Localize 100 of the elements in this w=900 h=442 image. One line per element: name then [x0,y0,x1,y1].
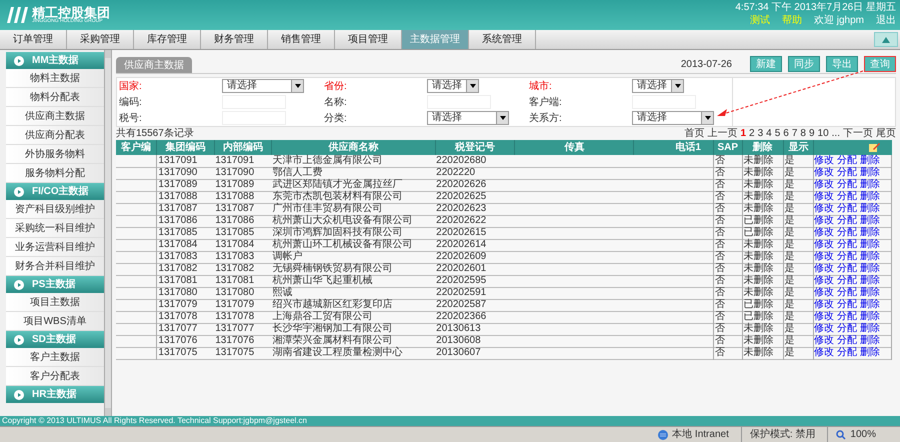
sidebar-item[interactable]: 供应商分配表 [6,126,104,145]
sidebar-item[interactable]: 业务运营科目维护 [6,238,104,257]
page-link[interactable]: 6 [783,126,789,141]
pagination-link[interactable]: 下一页 [843,126,873,141]
sidebar-item[interactable]: 客户主数据 [6,348,104,367]
row-action-link[interactable]: 分配 [837,204,858,214]
sidebar-item[interactable]: 项目WBS清单 [6,312,104,331]
row-action-link[interactable]: 修改 [814,180,834,190]
row-action-link[interactable]: 分配 [837,336,858,346]
row-action-link[interactable]: 分配 [837,228,858,238]
row-action-link[interactable]: 删除 [860,216,880,226]
row-action-link[interactable]: 删除 [860,336,880,346]
nav-tab[interactable]: 财务管理 [201,30,268,49]
row-action-link[interactable]: 修改 [814,288,834,298]
row-action-link[interactable]: 修改 [814,312,834,322]
row-action-link[interactable]: 删除 [860,192,880,202]
row-action-link[interactable]: 删除 [860,348,880,358]
row-action-link[interactable]: 删除 [860,300,880,310]
row-action-link[interactable]: 修改 [814,240,834,250]
page-link[interactable]: 8 [800,126,806,141]
table-cell: 鄂信人工费 [272,167,322,178]
row-action-link[interactable]: 修改 [814,264,834,274]
nav-tab[interactable]: 库存管理 [134,30,201,49]
nav-tab[interactable]: 订单管理 [0,30,67,49]
row-action-link[interactable]: 删除 [860,324,880,334]
select-field[interactable]: 请选择 [222,79,304,93]
row-action-link[interactable]: 删除 [860,240,880,250]
row-action-link[interactable]: 修改 [814,168,834,178]
row-action-link[interactable]: 删除 [860,168,880,178]
page-link[interactable]: 3 [758,126,764,141]
row-action-link[interactable]: 删除 [860,264,880,274]
filter-label: 分类: [324,112,347,126]
row-action-link[interactable]: 修改 [814,252,834,262]
row-action-link[interactable]: 修改 [814,156,834,166]
row-action-link[interactable]: 修改 [814,348,834,358]
page-link[interactable]: 4 [766,126,772,141]
page-link[interactable]: 2 [749,126,755,141]
row-action-link[interactable]: 修改 [814,204,834,214]
select-field[interactable]: 请选择 [427,111,509,125]
sidebar-item[interactable]: 外协服务物料 [6,145,104,164]
row-action-link[interactable]: 修改 [814,228,834,238]
row-action-link[interactable]: 修改 [814,192,834,202]
table-cell: 否 [714,275,725,286]
table-cell: 1317091 [215,154,254,166]
pagination-link[interactable]: 首页 [684,126,704,141]
nav-tab[interactable]: 销售管理 [268,30,335,49]
row-action-link[interactable]: 删除 [860,288,880,298]
select-field[interactable]: 请选择 [632,79,684,93]
row-action-link[interactable]: 修改 [814,276,834,286]
nav-tab[interactable]: 采购管理 [67,30,134,49]
row-action-link[interactable]: 删除 [860,252,880,262]
pagination-link[interactable]: 上一页 [707,126,738,141]
row-action-link[interactable]: 删除 [860,156,880,166]
row-action-link[interactable]: 修改 [814,216,834,226]
select-field[interactable]: 请选择 [632,111,714,125]
select-field[interactable]: 请选择 [427,79,479,93]
row-action-link[interactable]: 分配 [837,156,858,166]
pagination-link[interactable]: 尾页 [876,126,896,141]
row-action-link[interactable]: 修改 [814,324,834,334]
row-action-link[interactable]: 分配 [837,264,858,274]
row-action-link[interactable]: 删除 [860,228,880,238]
row-action-link[interactable]: 分配 [837,192,858,202]
page-link[interactable]: 10 [818,126,829,141]
page-link[interactable]: 9 [808,126,815,141]
sidebar-item[interactable]: 服务物料分配 [6,164,104,183]
input-field[interactable] [222,111,286,125]
nav-tab[interactable]: 系统管理 [469,30,536,49]
row-action-link[interactable]: 分配 [837,312,858,322]
row-action-link[interactable]: 修改 [814,300,834,310]
collapse-button[interactable] [874,32,898,47]
row-action-link[interactable]: 分配 [837,180,858,190]
filter-label: 税号: [119,112,142,126]
sidebar-item[interactable]: 客户分配表 [6,367,104,386]
table-cell: 未删除 [744,167,774,178]
sidebar-item[interactable]: 物料主数据 [6,69,104,88]
sidebar-item[interactable]: 财务合并科目维护 [6,257,104,276]
row-action-link[interactable]: 分配 [837,288,858,298]
row-action-link[interactable]: 分配 [837,252,858,262]
sidebar-item[interactable]: 项目主数据 [6,293,104,312]
row-action-link[interactable]: 删除 [860,204,880,214]
row-action-link[interactable]: 分配 [837,276,858,286]
row-action-link[interactable]: 修改 [814,336,834,346]
page-link[interactable]: 1 [740,126,746,141]
row-action-link[interactable]: 分配 [837,300,858,310]
row-action-link[interactable]: 分配 [837,168,858,178]
row-action-link[interactable]: 删除 [860,276,880,286]
row-action-link[interactable]: 分配 [837,216,858,226]
row-action-link[interactable]: 分配 [837,240,858,250]
page-link[interactable]: 7 [792,126,798,141]
table-cell: 是 [784,203,794,214]
row-action-link[interactable]: 分配 [837,348,858,358]
row-action-link[interactable]: 删除 [860,180,880,190]
sidebar-item[interactable]: 供应商主数据 [6,107,104,126]
sidebar-item[interactable]: 采购统一科目维护 [6,219,104,238]
column-header: 税登记号 [435,140,515,155]
row-action-link[interactable]: 分配 [837,324,858,334]
sidebar-item[interactable]: 资产科目级别维护 [6,200,104,219]
page-link[interactable]: 5 [774,126,780,141]
row-action-link[interactable]: 删除 [860,312,880,322]
sidebar-item[interactable]: 物料分配表 [6,88,104,107]
